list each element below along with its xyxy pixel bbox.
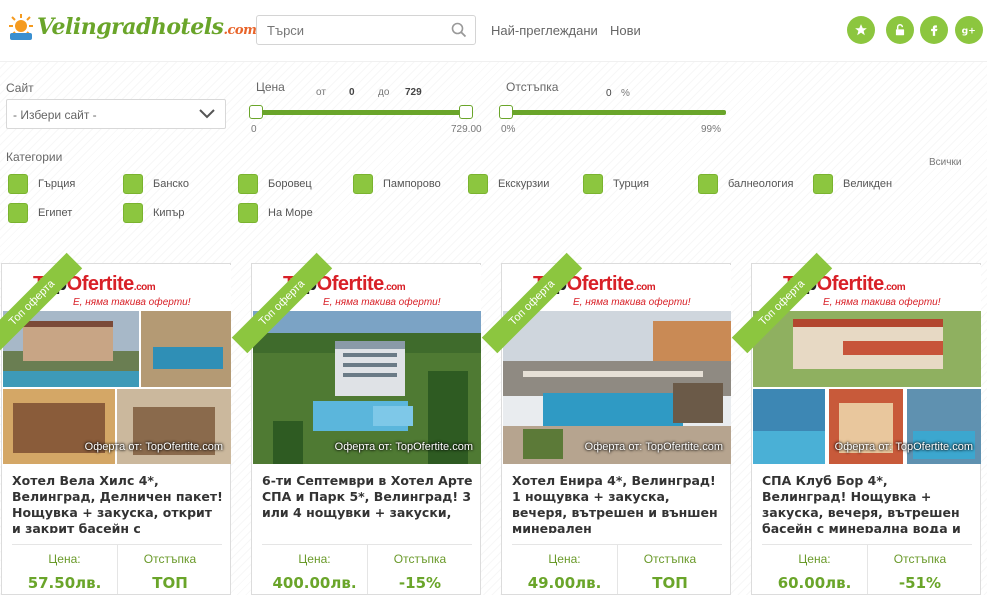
star-icon[interactable] — [847, 16, 875, 44]
filters-panel: Сайт - Избери сайт - Цена от 0 до 729 0 … — [0, 62, 987, 252]
discount-value: ТОП — [152, 574, 188, 592]
chevron-down-icon — [199, 109, 215, 119]
site-select-value: - Избери сайт - — [13, 108, 97, 122]
category-checkbox[interactable] — [8, 203, 28, 223]
offer-card[interactable]: TopOfertite.com Е, няма такива оферти! О… — [481, 252, 731, 595]
offer-title[interactable]: СПА Клуб Бор 4*, Велинград! Нощувка + за… — [762, 473, 974, 533]
discount-unit: % — [621, 88, 630, 99]
facebook-icon[interactable] — [920, 16, 948, 44]
offer-footer: Цена: 60.00лв. Отстъпка -51% — [762, 544, 972, 594]
category-checkbox[interactable] — [353, 174, 373, 194]
nav-new[interactable]: Нови — [610, 23, 641, 38]
category-seaside[interactable]: На Море — [238, 203, 313, 223]
discount-value: -51% — [898, 574, 942, 592]
all-categories-link[interactable]: Всички — [929, 157, 961, 168]
offer-source: Оферта от: TopOfertite.com — [834, 441, 973, 453]
category-borovets[interactable]: Боровец — [238, 174, 312, 194]
search-box — [256, 15, 476, 45]
discount-label: Отстъпка — [893, 552, 947, 566]
category-checkbox[interactable] — [238, 203, 258, 223]
offer-source: Оферта от: TopOfertite.com — [84, 441, 223, 453]
offer-footer: Цена: 57.50лв. Отстъпка ТОП — [12, 544, 222, 594]
search-icon[interactable] — [451, 22, 467, 38]
discount-max-label: 99% — [701, 124, 722, 135]
category-turkey[interactable]: Турция — [583, 174, 649, 194]
site-select[interactable]: - Избери сайт - — [6, 99, 226, 129]
brand-tagline: Е, няма такива оферти! — [323, 297, 441, 308]
category-checkbox[interactable] — [123, 174, 143, 194]
brand-tagline: Е, няма такива оферти! — [823, 297, 941, 308]
discount-value: ТОП — [652, 574, 688, 592]
price-label: Цена: — [548, 552, 581, 566]
price-value: 400.00лв. — [272, 574, 357, 592]
offer-title[interactable]: Хотел Вела Хилс 4*, Велинград, Делничен … — [12, 473, 224, 533]
offers-grid: TopOfertite.com Е, няма такива оферти! О… — [0, 252, 987, 595]
category-checkbox[interactable] — [468, 174, 488, 194]
price-from-value: 0 — [349, 87, 355, 98]
category-cyprus[interactable]: Кипър — [123, 203, 185, 223]
brand-tagline: Е, няма такива оферти! — [573, 297, 691, 308]
price-from-label: от — [316, 87, 326, 98]
lock-icon[interactable] — [886, 16, 914, 44]
discount-label: Отстъпка — [393, 552, 447, 566]
category-excursions[interactable]: Екскурзии — [468, 174, 549, 194]
discount-slider-track[interactable] — [506, 110, 726, 115]
price-slider-max-handle[interactable] — [459, 105, 473, 119]
price-value: 60.00лв. — [777, 574, 852, 592]
category-checkbox[interactable] — [698, 174, 718, 194]
sun-logo-icon — [9, 14, 33, 40]
discount-slider-handle[interactable] — [499, 105, 513, 119]
price-max-label: 729.00 — [451, 124, 482, 135]
offer-title[interactable]: 6-ти Септември в Хотел Арте СПА и Парк 5… — [262, 473, 474, 533]
google-plus-icon[interactable]: g+ — [955, 16, 983, 44]
price-to-label: до — [378, 87, 390, 98]
price-slider-track[interactable] — [256, 110, 468, 115]
site-logo[interactable]: Velingradhotels.com — [6, 10, 257, 44]
discount-value: -15% — [398, 574, 442, 592]
category-pamporovo[interactable]: Пампорово — [353, 174, 441, 194]
price-value: 57.50лв. — [27, 574, 102, 592]
brand-tagline: Е, няма такива оферти! — [73, 297, 191, 308]
price-min-label: 0 — [251, 124, 257, 135]
logo-tld: .com — [223, 23, 257, 38]
offer-source: Оферта от: TopOfertite.com — [334, 441, 473, 453]
nav-most-viewed[interactable]: Най-преглеждани — [491, 23, 598, 38]
category-greece[interactable]: Гърция — [8, 174, 75, 194]
discount-value: 0 — [606, 88, 612, 99]
category-checkbox[interactable] — [583, 174, 603, 194]
search-input[interactable] — [257, 16, 442, 44]
category-egypt[interactable]: Египет — [8, 203, 72, 223]
site-header: Velingradhotels.com Най-преглеждани Нови… — [0, 0, 987, 62]
price-label: Цена: — [48, 552, 81, 566]
logo-main: Velingradhotels — [37, 14, 224, 40]
discount-label: Отстъпка — [643, 552, 697, 566]
category-checkbox[interactable] — [238, 174, 258, 194]
category-checkbox[interactable] — [813, 174, 833, 194]
price-to-value: 729 — [405, 87, 422, 98]
category-bansko[interactable]: Банско — [123, 174, 189, 194]
category-checkbox[interactable] — [123, 203, 143, 223]
price-value: 49.00лв. — [527, 574, 602, 592]
categories-label: Категории — [6, 150, 63, 164]
price-label: Цена: — [298, 552, 331, 566]
category-easter[interactable]: Великден — [813, 174, 892, 194]
price-label: Цена — [256, 80, 285, 94]
price-slider-min-handle[interactable] — [249, 105, 263, 119]
site-label: Сайт — [6, 81, 34, 95]
discount-min-label: 0% — [501, 124, 516, 135]
offer-footer: Цена: 49.00лв. Отстъпка ТОП — [512, 544, 722, 594]
discount-label: Отстъпка — [143, 552, 197, 566]
category-checkbox[interactable] — [8, 174, 28, 194]
offer-source: Оферта от: TopOfertite.com — [584, 441, 723, 453]
offer-card[interactable]: TopOfertite.com Е, няма такива оферти! О… — [731, 252, 981, 595]
discount-label: Отстъпка — [506, 80, 559, 94]
price-label: Цена: — [798, 552, 831, 566]
offer-card[interactable]: TopOfertite.com Е, няма такива оферти! О… — [0, 252, 231, 595]
category-balneology[interactable]: балнеология — [698, 174, 793, 194]
svg-text:g+: g+ — [962, 26, 976, 36]
offer-card[interactable]: TopOfertite.com Е, няма такива оферти! О… — [231, 252, 481, 595]
offer-title[interactable]: Хотел Енира 4*, Велинград! 1 нощувка + з… — [512, 473, 724, 533]
offer-footer: Цена: 400.00лв. Отстъпка -15% — [262, 544, 472, 594]
